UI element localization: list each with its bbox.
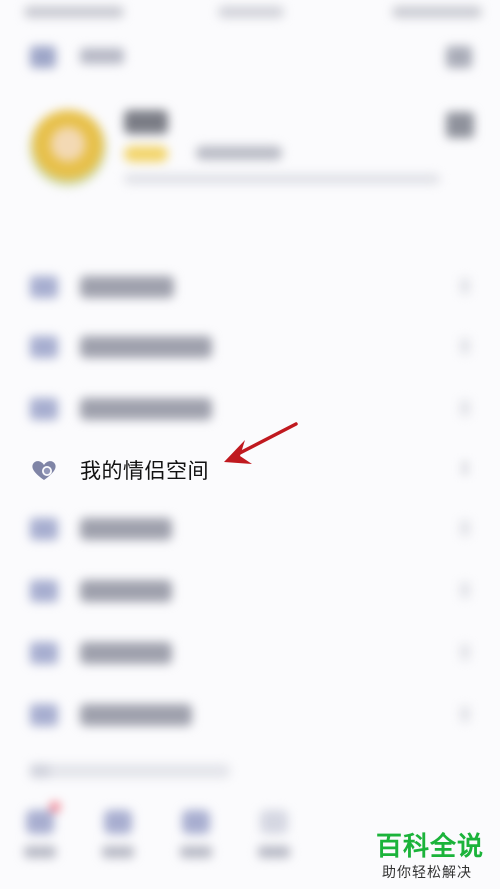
battery-indicator xyxy=(392,6,482,18)
menu-item-icon xyxy=(30,398,58,420)
menu-item[interactable] xyxy=(0,622,500,682)
menu-item-label xyxy=(80,518,172,540)
menu-item[interactable] xyxy=(0,560,500,620)
moments-icon xyxy=(182,810,210,834)
profile-name xyxy=(124,110,168,134)
menu-item[interactable] xyxy=(0,256,500,316)
close-icon[interactable] xyxy=(446,46,472,68)
messages-icon xyxy=(26,810,54,834)
tab-more[interactable] xyxy=(244,800,304,870)
menu-item-label xyxy=(80,276,174,298)
menu-item-label xyxy=(80,398,212,420)
menu-item-icon xyxy=(30,336,58,358)
more-icon xyxy=(260,810,288,834)
chevron-right-icon xyxy=(460,338,470,354)
notification-dot xyxy=(50,802,60,812)
menu-item[interactable] xyxy=(0,378,500,438)
tab-label xyxy=(180,846,212,858)
chevron-right-icon xyxy=(460,460,470,476)
menu-item-label xyxy=(80,704,192,726)
clock xyxy=(218,6,284,18)
menu-item-label xyxy=(80,642,172,664)
hint-row xyxy=(30,764,230,778)
top-row xyxy=(0,36,500,76)
avatar[interactable] xyxy=(30,110,106,186)
chevron-right-icon xyxy=(460,582,470,598)
chevron-right-icon xyxy=(460,706,470,722)
chevron-right-icon xyxy=(460,520,470,536)
menu-item-label xyxy=(80,336,212,358)
menu-item[interactable] xyxy=(0,316,500,376)
tab-contacts[interactable] xyxy=(88,800,148,870)
chevron-right-icon xyxy=(460,644,470,660)
tab-moments[interactable] xyxy=(166,800,226,870)
chevron-right-icon xyxy=(460,278,470,294)
watermark-logo: 百科全说 助你轻松解决 xyxy=(376,826,496,886)
chevron-right-icon xyxy=(460,400,470,416)
tab-messages[interactable] xyxy=(10,800,70,870)
menu-item-couple-space[interactable]: 我的情侣空间 xyxy=(0,438,500,498)
watermark-subtitle: 助你轻松解决 xyxy=(382,864,472,880)
menu-icon[interactable] xyxy=(30,46,56,68)
tab-label xyxy=(102,846,134,858)
menu-item-icon xyxy=(30,580,58,602)
vip-badge[interactable] xyxy=(124,146,168,162)
menu-item-icon xyxy=(30,276,58,298)
contacts-icon xyxy=(104,810,132,834)
menu-item-icon xyxy=(30,518,58,540)
menu-item-icon xyxy=(30,704,58,726)
top-row-label xyxy=(80,48,124,64)
menu-item[interactable] xyxy=(0,498,500,558)
menu-item-label: 我的情侣空间 xyxy=(80,460,209,483)
menu-item[interactable] xyxy=(0,684,500,744)
profile-section[interactable] xyxy=(0,100,500,210)
tab-label xyxy=(24,846,56,858)
status-bar xyxy=(0,0,500,28)
heart-icon xyxy=(32,461,56,480)
menu-item-icon xyxy=(30,642,58,664)
qr-code-icon[interactable] xyxy=(446,112,474,138)
profile-status xyxy=(196,146,282,160)
tab-label xyxy=(258,846,290,858)
profile-signature xyxy=(124,174,440,184)
hint-icon xyxy=(30,764,50,778)
menu-item-label xyxy=(80,580,172,602)
signal-indicator xyxy=(24,6,124,18)
watermark-title: 百科全说 xyxy=(376,831,485,861)
